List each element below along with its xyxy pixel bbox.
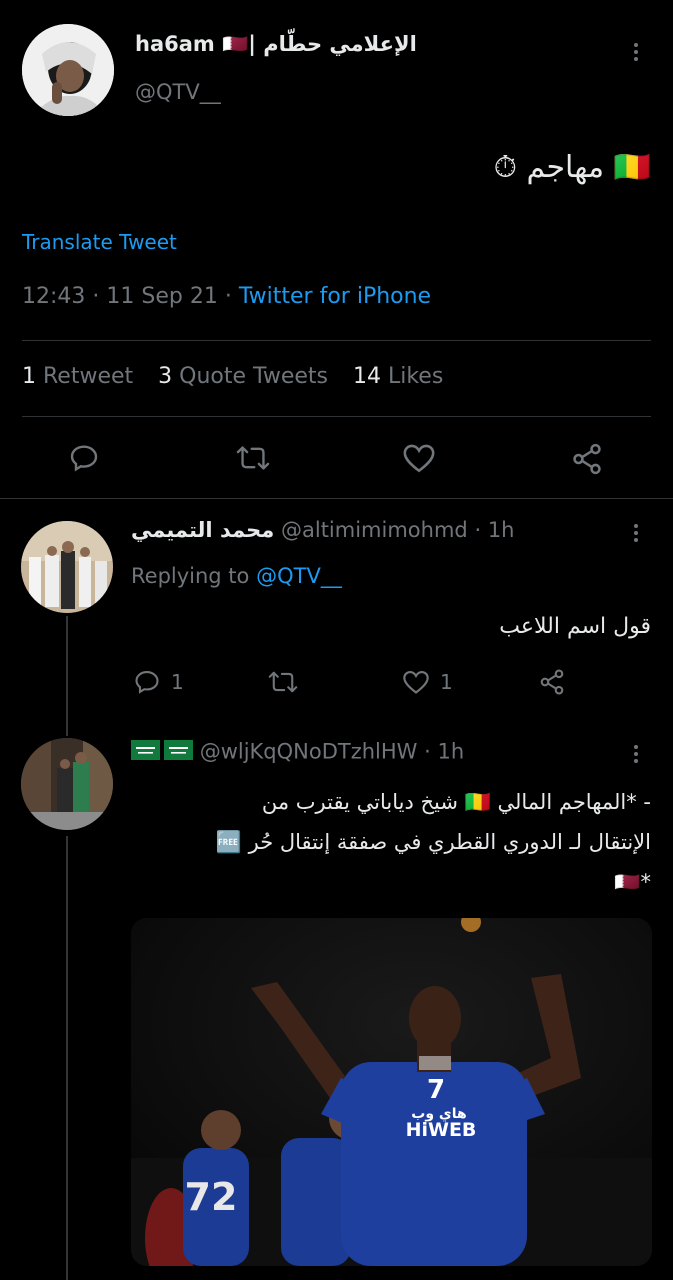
replying-to-link[interactable]: @QTV__ [256,564,342,588]
retweets-stat[interactable]: 1 Retweet [22,364,140,389]
avatar[interactable] [22,24,114,116]
reply-text: - *المهاجم المالي 🇲🇱 شيخ دياباتي يقترب م… [215,790,651,894]
quotes-stat[interactable]: 3 Quote Tweets [158,364,335,389]
avatar[interactable] [21,738,113,830]
reply-button[interactable] [68,442,100,478]
divider [22,340,651,341]
more-options-icon[interactable] [634,40,640,64]
reply-time: 1h [437,739,465,764]
avatar[interactable] [21,521,113,613]
tweet-time: 12:43 [22,284,86,309]
main-display-name[interactable]: ha6am 🇶🇦| الإعلامي حطّام [135,32,417,57]
avatar-image [21,738,113,830]
reply-display-name[interactable]: محمد التميمي [131,518,274,542]
retweet-button[interactable] [268,668,298,696]
reply-display-name[interactable] [131,738,193,767]
reply-handle[interactable]: @altimimimohmd [281,518,468,542]
heart-icon [403,444,435,473]
heart-icon [403,671,429,694]
more-options-icon[interactable] [634,742,640,766]
avatar-image [22,24,114,116]
saudi-flags-icon [131,740,193,760]
share-button[interactable] [570,442,604,480]
likes-stat[interactable]: 14 Likes [353,364,443,389]
main-handle[interactable]: @QTV__ [135,80,221,104]
avatar-image [21,521,113,613]
sponsor-logo: HiWEB [406,1119,477,1141]
divider [22,416,651,417]
more-options-icon[interactable] [634,521,640,545]
share-button[interactable] [538,668,566,696]
retweet-icon [236,446,270,470]
share-icon [573,443,601,475]
reply-count: 1 [171,670,184,694]
reply-icon [135,671,159,694]
tweet-date: 11 Sep 21 [106,284,218,309]
thread-line [66,616,68,736]
like-button[interactable]: 1 [402,668,453,696]
retweet-icon [268,671,298,693]
reply-icon [70,445,98,472]
retweet-button[interactable] [236,442,270,478]
tweet-image[interactable]: 7 هاي وب HiWEB 72 [131,918,652,1266]
reply-text: قول اسم اللاعب [499,614,651,639]
tweet-text: 🇲🇱 مهاجم ⏱ [493,150,651,185]
reply-button[interactable]: 1 [133,668,184,696]
share-icon [540,669,564,695]
tweet-meta: 12:43 · 11 Sep 21 · Twitter for iPhone [22,284,432,309]
back-number: 72 [185,1175,238,1219]
replying-to: Replying to @QTV__ [131,564,342,588]
thread-line [66,836,68,1280]
divider [0,498,673,499]
reply-handle[interactable]: @wljKqQNoDTzhlHW [200,740,418,764]
like-count: 1 [440,670,453,694]
like-button[interactable] [402,442,436,478]
reply-header: محمد التميمي @altimimimohmd · 1h [131,518,515,542]
translate-tweet-link[interactable]: Translate Tweet [22,230,177,254]
reply-time: 1h [487,518,515,542]
jersey-number: 7 [427,1075,445,1105]
tweet-stats: 1 Retweet 3 Quote Tweets 14 Likes [22,364,443,389]
reply-header: @wljKqQNoDTzhlHW · 1h [131,738,464,767]
football-player-photo: 7 هاي وب HiWEB 72 [131,918,652,1266]
tweet-client-link[interactable]: Twitter for iPhone [239,284,431,309]
